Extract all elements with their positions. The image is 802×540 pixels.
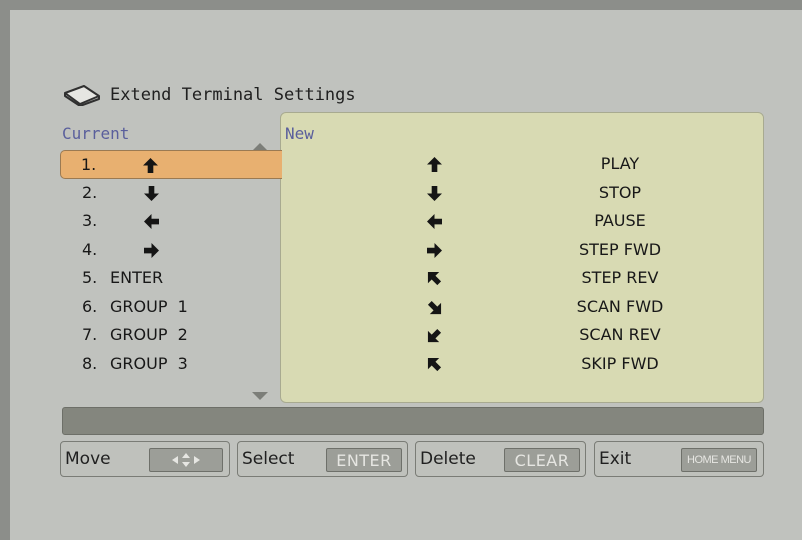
arrow-downright-icon (427, 293, 442, 315)
delete-button[interactable]: Delete CLEAR (415, 441, 586, 477)
row-number: 3. (82, 211, 98, 230)
new-row-2[interactable]: STOP (280, 179, 764, 208)
row-number: 5. (82, 268, 98, 287)
arrow-right-icon (144, 236, 159, 258)
row-key-label: GROUP 1 (110, 296, 188, 316)
row-number: 8. (82, 353, 98, 373)
row-number: 4. (82, 239, 98, 259)
new-function-list: PLAY STOP PAUSE STEP FWD STEP REV SCAN FWD SCA… (280, 150, 764, 378)
function-label: SCAN REV (579, 325, 661, 344)
new-row-8[interactable]: SKIP FWD (280, 350, 764, 379)
current-key-list: 1. 2. 3. 4. 5. ENTER 6. GROUP 1 7. GROUP 2 8. GROUP… (60, 150, 282, 379)
arrow-up-icon (427, 150, 442, 172)
current-column-header: Current (62, 124, 130, 143)
row-number: 1. (81, 155, 97, 174)
clear-key: CLEAR (504, 448, 580, 472)
scroll-down-icon[interactable] (252, 385, 268, 404)
exit-label: Exit (599, 449, 632, 469)
current-row-4[interactable]: 4. (62, 236, 282, 265)
current-row-5[interactable]: 5. ENTER (62, 264, 282, 293)
arrow-left-icon (144, 207, 159, 229)
arrow-upleft-icon (427, 264, 442, 286)
help-bar: Move Select ENTER Delete CLEAR Exit HOME… (60, 441, 764, 477)
current-row-1[interactable]: 1. (60, 150, 282, 179)
arrow-downleft-icon (427, 321, 442, 343)
function-label: PAUSE (594, 211, 646, 230)
arrow-left-icon (427, 207, 442, 229)
new-column-header: New (285, 124, 314, 143)
title-text: Extend Terminal Settings (110, 85, 356, 105)
new-row-6[interactable]: SCAN FWD (280, 293, 764, 322)
status-bar (62, 407, 764, 435)
move-button[interactable]: Move (60, 441, 230, 477)
current-row-3[interactable]: 3. (62, 207, 282, 236)
home-menu-key: HOME MENU (681, 448, 757, 472)
current-row-2[interactable]: 2. (62, 179, 282, 208)
enter-key: ENTER (326, 448, 402, 472)
arrow-right-icon (427, 236, 442, 258)
row-number: 7. (82, 325, 98, 344)
function-label: STEP FWD (578, 239, 662, 259)
exit-button[interactable]: Exit HOME MENU (594, 441, 764, 477)
dpad-icon (149, 448, 223, 472)
page-title: Extend Terminal Settings (62, 84, 356, 106)
arrow-upleft-icon (427, 350, 442, 372)
row-key-label: ENTER (110, 268, 164, 287)
new-row-7[interactable]: SCAN REV (280, 321, 764, 350)
function-label: STOP (598, 182, 642, 202)
select-label: Select (242, 449, 295, 469)
arrow-down-icon (144, 179, 159, 201)
row-key-label: GROUP 3 (110, 353, 188, 373)
function-label: SCAN FWD (576, 296, 664, 316)
current-row-8[interactable]: 8. GROUP 3 (62, 350, 282, 379)
new-row-4[interactable]: STEP FWD (280, 236, 764, 265)
remote-terminal-icon (62, 84, 102, 106)
move-label: Move (65, 449, 111, 469)
delete-label: Delete (420, 449, 476, 469)
function-label: PLAY (600, 154, 640, 173)
function-label: SKIP FWD (581, 353, 659, 373)
row-key-label: GROUP 2 (110, 325, 188, 344)
select-button[interactable]: Select ENTER (237, 441, 408, 477)
arrow-up-icon (143, 151, 158, 173)
new-row-3[interactable]: PAUSE (280, 207, 764, 236)
current-row-6[interactable]: 6. GROUP 1 (62, 293, 282, 322)
function-label: STEP REV (581, 268, 659, 287)
new-row-1[interactable]: PLAY (280, 150, 764, 179)
new-row-5[interactable]: STEP REV (280, 264, 764, 293)
row-number: 6. (82, 296, 98, 316)
current-row-7[interactable]: 7. GROUP 2 (62, 321, 282, 350)
row-number: 2. (82, 182, 98, 202)
arrow-down-icon (427, 179, 442, 201)
